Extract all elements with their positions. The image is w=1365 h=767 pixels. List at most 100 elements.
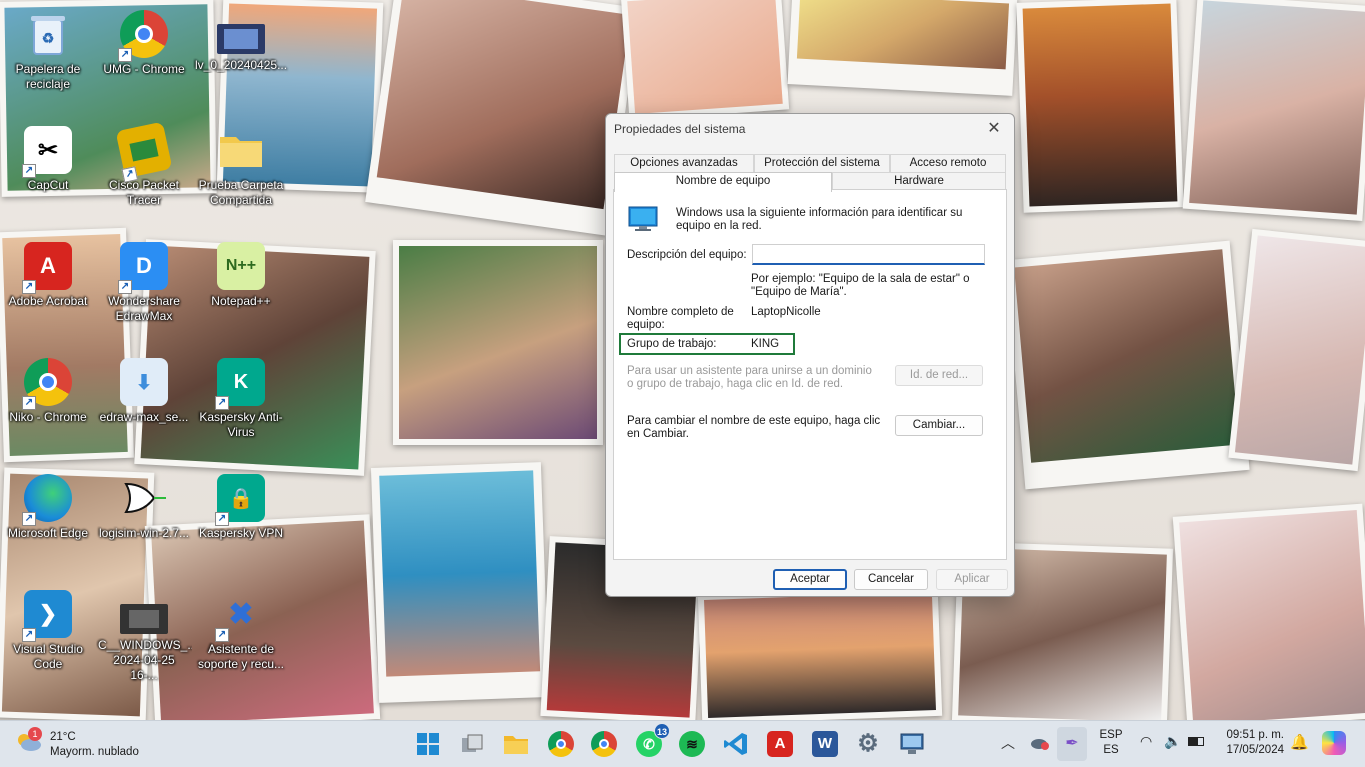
recycle-bin-icon: ♻ (24, 10, 72, 58)
acrobat-button[interactable]: A (765, 729, 795, 759)
folder-icon (217, 126, 265, 174)
chrome-icon (548, 731, 574, 757)
word-button[interactable]: W (810, 729, 840, 759)
desktop-icon-cisco-packet-tracer[interactable]: ↗ Cisco Packet Tracer (96, 120, 192, 228)
computer-name-panel: Windows usa la siguiente información par… (613, 189, 1007, 560)
capcut-icon: ✂ ↗ (22, 126, 72, 178)
spotify-button[interactable]: ≋ (677, 729, 707, 759)
shortcut-arrow-icon: ↗ (22, 512, 36, 526)
desktop-icon-kaspersky-vpn[interactable]: 🔒 ↗ Kaspersky VPN (193, 468, 289, 576)
settings-button[interactable]: ⚙ (853, 729, 883, 759)
cisco-packet-tracer-icon: ↗ (115, 121, 173, 183)
desktop-icon-niko-chrome[interactable]: ↗ Niko - Chrome (0, 352, 96, 460)
description-example: Por ejemplo: "Equipo de la sala de estar… (751, 273, 970, 298)
desktop-icon-adobe-acrobat[interactable]: A ↗ Adobe Acrobat (0, 236, 96, 344)
tab-row-front: Nombre de equipo Hardware (614, 172, 1006, 192)
desktop-icon-support-assistant[interactable]: ✖ ↗ Asistente de soporte y recu... (193, 584, 289, 692)
chrome-profile-2-button[interactable] (589, 729, 619, 759)
chrome-profile-1-button[interactable] (546, 729, 576, 759)
support-assistant-icon: ✖ ↗ (215, 590, 265, 642)
language-code: ESP (1099, 729, 1123, 741)
shortcut-arrow-icon: ↗ (118, 280, 132, 294)
close-icon: ✕ (987, 120, 1001, 137)
edrawmax-icon: D ↗ (118, 242, 168, 294)
vscode-button[interactable] (721, 729, 751, 759)
desktop-icon-screen-recording[interactable]: C__WINDOWS_... 2024-04-25 16-... (96, 584, 192, 692)
chrome-icon (591, 731, 617, 757)
show-hidden-icons-button[interactable]: ︿ (998, 733, 1018, 753)
desktop-icon-microsoft-edge[interactable]: ↗ Microsoft Edge (0, 468, 96, 576)
shortcut-arrow-icon: ↗ (215, 396, 229, 410)
desktop-icon-notepad-plus-plus[interactable]: N++ Notepad++ (193, 236, 289, 344)
system-properties-button[interactable] (897, 729, 927, 759)
taskbar: 1 21°C Mayorm. nublado ✆ 13 ≋ A W ⚙ ︿ ✒ … (0, 720, 1365, 767)
workgroup-value: KING (751, 338, 780, 350)
close-button[interactable]: ✕ (980, 118, 1008, 140)
notepad-plus-plus-icon: N++ (217, 242, 265, 290)
spotify-icon: ≋ (679, 731, 705, 757)
video-file-icon (120, 604, 168, 634)
windows-start-icon (417, 733, 439, 755)
wallpaper-photo (1016, 0, 1184, 213)
quick-settings-button[interactable]: ◠ 🔈 (1136, 731, 1208, 755)
desktop-icon-edrawmax[interactable]: D ↗ Wondershare EdrawMax (96, 236, 192, 344)
shortcut-arrow-icon: ↗ (215, 512, 229, 526)
tab-system-protection[interactable]: Protección del sistema (754, 154, 890, 172)
task-view-button[interactable] (457, 729, 487, 759)
desktop-icon-edraw-installer[interactable]: ⬇ edraw-max_se... (96, 352, 192, 460)
desktop-icon-recycle-bin[interactable]: ♻ Papelera de reciclaje (0, 4, 96, 112)
weather-widget[interactable]: 1 21°C Mayorm. nublado (16, 727, 166, 761)
tab-remote-access[interactable]: Acceso remoto (890, 154, 1006, 172)
shortcut-arrow-icon: ↗ (22, 280, 36, 294)
desktop-icon-capcut[interactable]: ✂ ↗ CapCut (0, 120, 96, 228)
pen-menu-button[interactable]: ✒ (1057, 727, 1087, 761)
chrome-icon: ↗ (118, 10, 168, 62)
desktop-icon-shared-folder[interactable]: Prueba Carpeta Compartida (193, 120, 289, 228)
shortcut-arrow-icon: ↗ (215, 628, 229, 642)
desktop-icon-kaspersky-antivirus[interactable]: K ↗ Kaspersky Anti-Virus (193, 352, 289, 460)
desktop-icon-vscode[interactable]: ❯ ↗ Visual Studio Code (0, 584, 96, 692)
shortcut-arrow-icon: ↗ (22, 396, 36, 410)
file-explorer-button[interactable] (501, 729, 531, 759)
ok-button[interactable]: Aceptar (773, 569, 847, 590)
fullname-label: Nombre completo de equipo: (627, 306, 734, 331)
tab-hardware[interactable]: Hardware (832, 172, 1006, 190)
wallpaper-photo (1172, 503, 1365, 720)
apply-button[interactable]: Aplicar (936, 569, 1008, 590)
description-label: Descripción del equipo: (627, 249, 747, 261)
cancel-button[interactable]: Cancelar (854, 569, 928, 590)
tab-advanced-options[interactable]: Opciones avanzadas (614, 154, 754, 172)
installer-icon: ⬇ (120, 358, 168, 406)
fullname-value: LaptopNicolle (751, 306, 821, 318)
vscode-icon (724, 733, 747, 755)
workgroup-label: Grupo de trabajo: (627, 338, 717, 350)
shortcut-arrow-icon: ↗ (22, 164, 36, 178)
adobe-acrobat-icon: A ↗ (22, 242, 72, 294)
change-button[interactable]: Cambiar... (895, 415, 983, 436)
dialog-titlebar[interactable]: Propiedades del sistema ✕ (606, 114, 1014, 144)
description-field[interactable] (752, 244, 985, 265)
shortcut-arrow-icon: ↗ (22, 628, 36, 642)
wifi-icon: ◠ (1140, 733, 1153, 749)
word-icon: W (812, 731, 838, 757)
clock-time: 09:51 p. m. (1226, 729, 1284, 741)
start-button[interactable] (413, 729, 443, 759)
shortcut-arrow-icon: ↗ (118, 48, 132, 62)
whatsapp-button[interactable]: ✆ 13 (634, 723, 670, 759)
clock[interactable]: 09:51 p. m. 17/05/2024 (1214, 729, 1284, 761)
desktop-icon-logisim[interactable]: logisim-win-2.7... (96, 468, 192, 576)
desktop-icon-umg-chrome[interactable]: ↗ UMG - Chrome (96, 4, 192, 112)
network-id-button[interactable]: Id. de red... (895, 365, 983, 386)
tab-computer-name[interactable]: Nombre de equipo (614, 172, 832, 192)
copilot-icon[interactable] (1322, 731, 1346, 755)
wallpaper-photo (787, 0, 1018, 96)
desktop-icon-video-file[interactable]: lv_0_20240425... (193, 4, 289, 112)
notification-bell-icon[interactable]: 🔔 (1290, 733, 1309, 753)
svg-text:♻: ♻ (42, 30, 55, 46)
onedrive-icon[interactable] (1030, 735, 1050, 751)
battery-icon (1188, 737, 1204, 746)
shortcut-arrow-icon: ↗ (121, 166, 139, 183)
language-indicator[interactable]: ESP ES (1098, 729, 1124, 759)
weather-temp: 21°C (50, 731, 76, 743)
wallpaper-photo (365, 0, 640, 236)
